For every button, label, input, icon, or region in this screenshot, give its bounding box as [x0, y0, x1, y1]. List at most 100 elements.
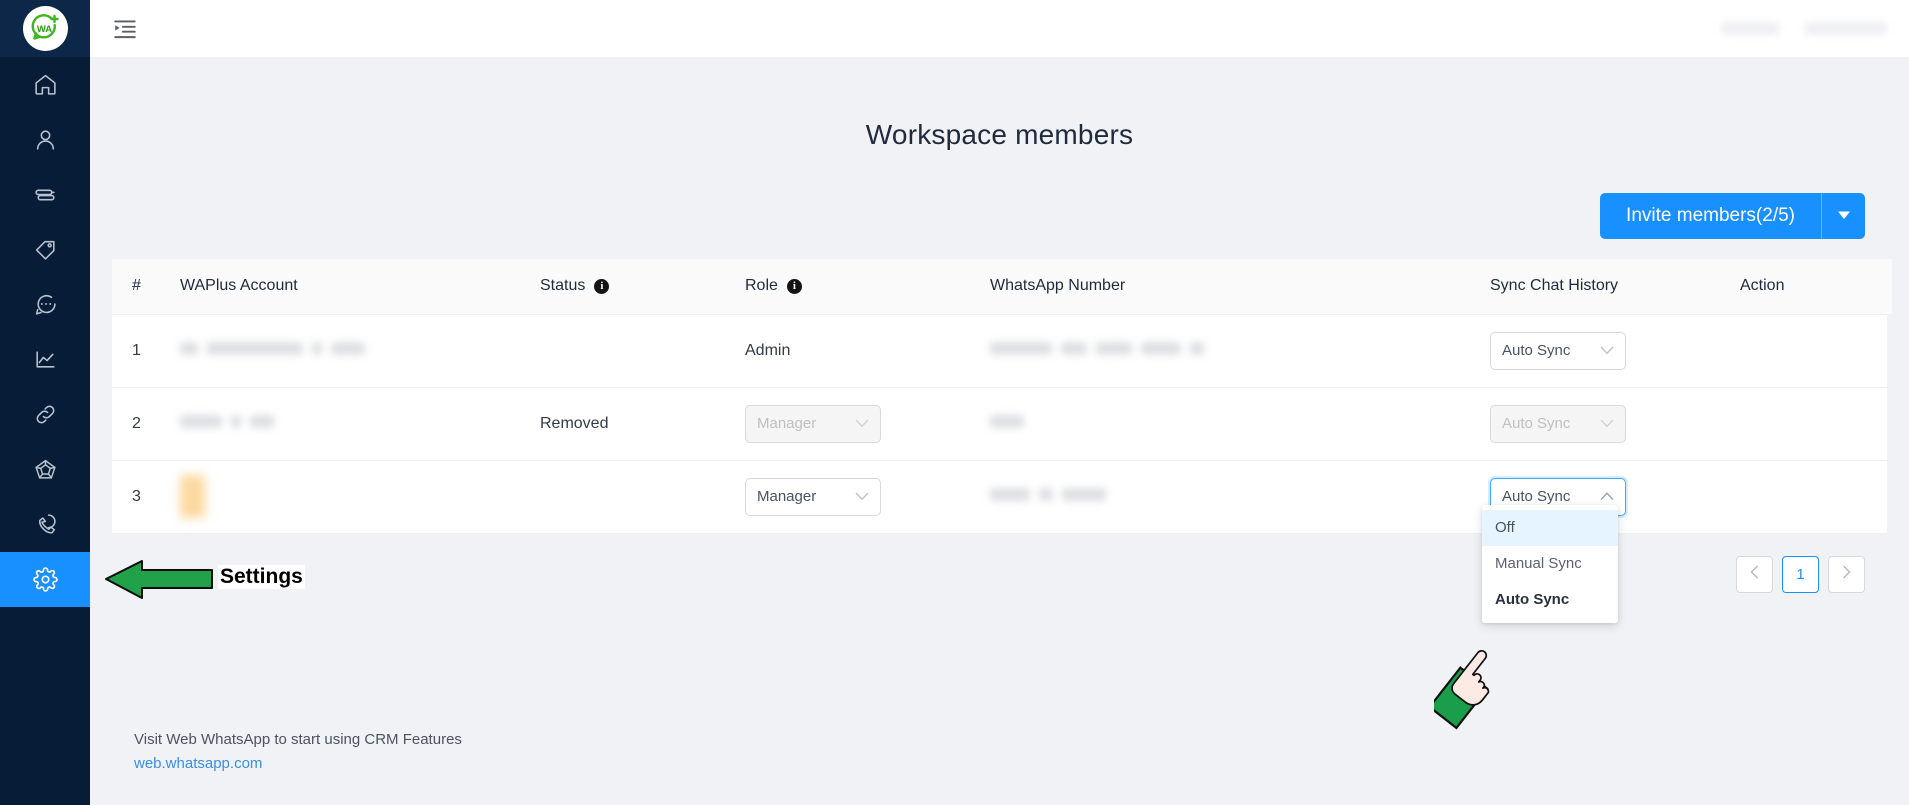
- chevron-left-icon: [1749, 565, 1760, 583]
- sidebar-item-analytics[interactable]: [0, 332, 90, 387]
- sync-select-row-1[interactable]: Auto Sync: [1490, 332, 1626, 370]
- user-icon: [33, 127, 58, 152]
- action-row: Invite members(2/5): [112, 193, 1887, 239]
- row-role: Manager: [737, 387, 982, 460]
- row-status: [532, 460, 737, 533]
- gear-icon: [33, 567, 58, 592]
- invite-members-button[interactable]: Invite members(2/5): [1600, 193, 1821, 239]
- home-icon: [33, 72, 58, 97]
- chart-line-icon: [33, 347, 58, 372]
- column-label-account: WAPlus Account: [180, 277, 298, 294]
- phone-icon: [33, 512, 58, 537]
- pagination-next-button[interactable]: [1828, 556, 1865, 593]
- status-info-icon[interactable]: i: [594, 279, 609, 294]
- app-root: WA: [0, 0, 1909, 805]
- sidebar-item-pipeline[interactable]: [0, 167, 90, 222]
- row-number: 3: [112, 460, 172, 533]
- members-table-container: # WAPlus Account Status i: [112, 259, 1887, 534]
- sidebar: WA: [0, 0, 90, 805]
- row-action: [1732, 314, 1892, 387]
- table-row: 3 Manager: [112, 460, 1892, 533]
- role-select-row-2[interactable]: Manager: [745, 405, 881, 443]
- chevron-down-icon: [855, 488, 869, 505]
- pagination-prev-button[interactable]: [1736, 556, 1773, 593]
- page-title: Workspace members: [112, 119, 1887, 151]
- column-label-action: Action: [1740, 277, 1784, 294]
- pointing-hand-cursor-icon: [1434, 638, 1526, 743]
- column-header-role: Role i: [737, 259, 982, 314]
- chevron-down-icon: [1600, 415, 1614, 432]
- sync-option-off[interactable]: Off: [1482, 510, 1618, 546]
- sidebar-item-home[interactable]: [0, 57, 90, 112]
- sync-option-auto-sync[interactable]: Auto Sync: [1482, 582, 1618, 618]
- row-account: [172, 314, 532, 387]
- topbar-right-cluster: [1721, 22, 1887, 35]
- row-action: [1732, 460, 1892, 533]
- pagination-page-1[interactable]: 1: [1782, 556, 1819, 593]
- table-row: 2 Removed Manager: [112, 387, 1892, 460]
- sidebar-item-contacts[interactable]: [0, 112, 90, 167]
- table-header-row: # WAPlus Account Status i: [112, 259, 1892, 314]
- row-whatsapp-number: [982, 460, 1482, 533]
- row-number: 1: [112, 314, 172, 387]
- column-header-status: Status i: [532, 259, 737, 314]
- invite-members-dropdown-toggle[interactable]: [1821, 193, 1865, 239]
- waplus-logo-icon: WA: [23, 6, 68, 51]
- sidebar-item-tags[interactable]: [0, 222, 90, 277]
- chat-icon: [33, 292, 58, 317]
- tag-icon: [33, 237, 58, 262]
- caret-down-icon: [1837, 207, 1851, 225]
- row-role: Admin: [737, 314, 982, 387]
- row-whatsapp-number: [982, 387, 1482, 460]
- topbar-masked-item-1: [1721, 22, 1779, 35]
- sync-select-value-row-3: Auto Sync: [1502, 488, 1570, 505]
- sync-select-value-row-1: Auto Sync: [1502, 342, 1570, 359]
- menu-unfold-icon[interactable]: [112, 18, 138, 40]
- masked-whatsapp-number: [990, 342, 1204, 355]
- pagination: 1: [112, 556, 1887, 593]
- invite-members-button-group: Invite members(2/5): [1600, 193, 1865, 239]
- column-label-status: Status: [540, 277, 585, 295]
- chevron-down-icon: [1600, 342, 1614, 359]
- link-icon: [33, 402, 58, 427]
- app-logo[interactable]: WA: [0, 0, 90, 57]
- row-number: 2: [112, 387, 172, 460]
- column-header-number: #: [112, 259, 172, 314]
- row-role: Manager: [737, 460, 982, 533]
- column-label-sync-chat-history: Sync Chat History: [1490, 277, 1618, 294]
- sidebar-item-integrations[interactable]: [0, 442, 90, 497]
- sidebar-nav: [0, 57, 90, 607]
- content-area: Workspace members Invite members(2/5): [90, 57, 1909, 805]
- role-select-value-row-3: Manager: [757, 488, 816, 505]
- masked-whatsapp-number: [990, 415, 1024, 428]
- sidebar-item-calls[interactable]: [0, 497, 90, 552]
- column-header-action: Action: [1732, 259, 1892, 314]
- sync-select-row-2[interactable]: Auto Sync: [1490, 405, 1626, 443]
- sidebar-item-links[interactable]: [0, 387, 90, 442]
- role-info-icon[interactable]: i: [787, 279, 802, 294]
- footer-link-web-whatsapp[interactable]: web.whatsapp.com: [134, 752, 1887, 777]
- row-sync-chat-history: Auto Sync: [1482, 387, 1732, 460]
- sidebar-item-settings[interactable]: [0, 552, 90, 607]
- column-header-sync-chat-history: Sync Chat History: [1482, 259, 1732, 314]
- role-select-value-row-2: Manager: [757, 415, 816, 432]
- sync-option-manual-sync[interactable]: Manual Sync: [1482, 546, 1618, 582]
- row-status: Removed: [532, 387, 737, 460]
- column-header-account: WAPlus Account: [172, 259, 532, 314]
- members-table: # WAPlus Account Status i: [112, 259, 1892, 534]
- topbar: [90, 0, 1909, 57]
- role-select-row-3[interactable]: Manager: [745, 478, 881, 516]
- footer-text: Visit Web WhatsApp to start using CRM Fe…: [134, 728, 1887, 753]
- masked-whatsapp-number: [990, 488, 1106, 501]
- sidebar-item-chats[interactable]: [0, 277, 90, 332]
- sync-select-value-row-2: Auto Sync: [1502, 415, 1570, 432]
- masked-account-value: [180, 342, 365, 355]
- chevron-up-icon: [1600, 488, 1614, 505]
- table-body: 1 Admin: [112, 314, 1892, 533]
- svg-text:WA: WA: [37, 24, 52, 35]
- row-action: [1732, 387, 1892, 460]
- table-row: 1 Admin: [112, 314, 1892, 387]
- row-sync-chat-history: Auto Sync Off Manual Sync Auto Sync: [1482, 460, 1732, 533]
- footer: Visit Web WhatsApp to start using CRM Fe…: [112, 728, 1887, 805]
- table-header: # WAPlus Account Status i: [112, 259, 1892, 314]
